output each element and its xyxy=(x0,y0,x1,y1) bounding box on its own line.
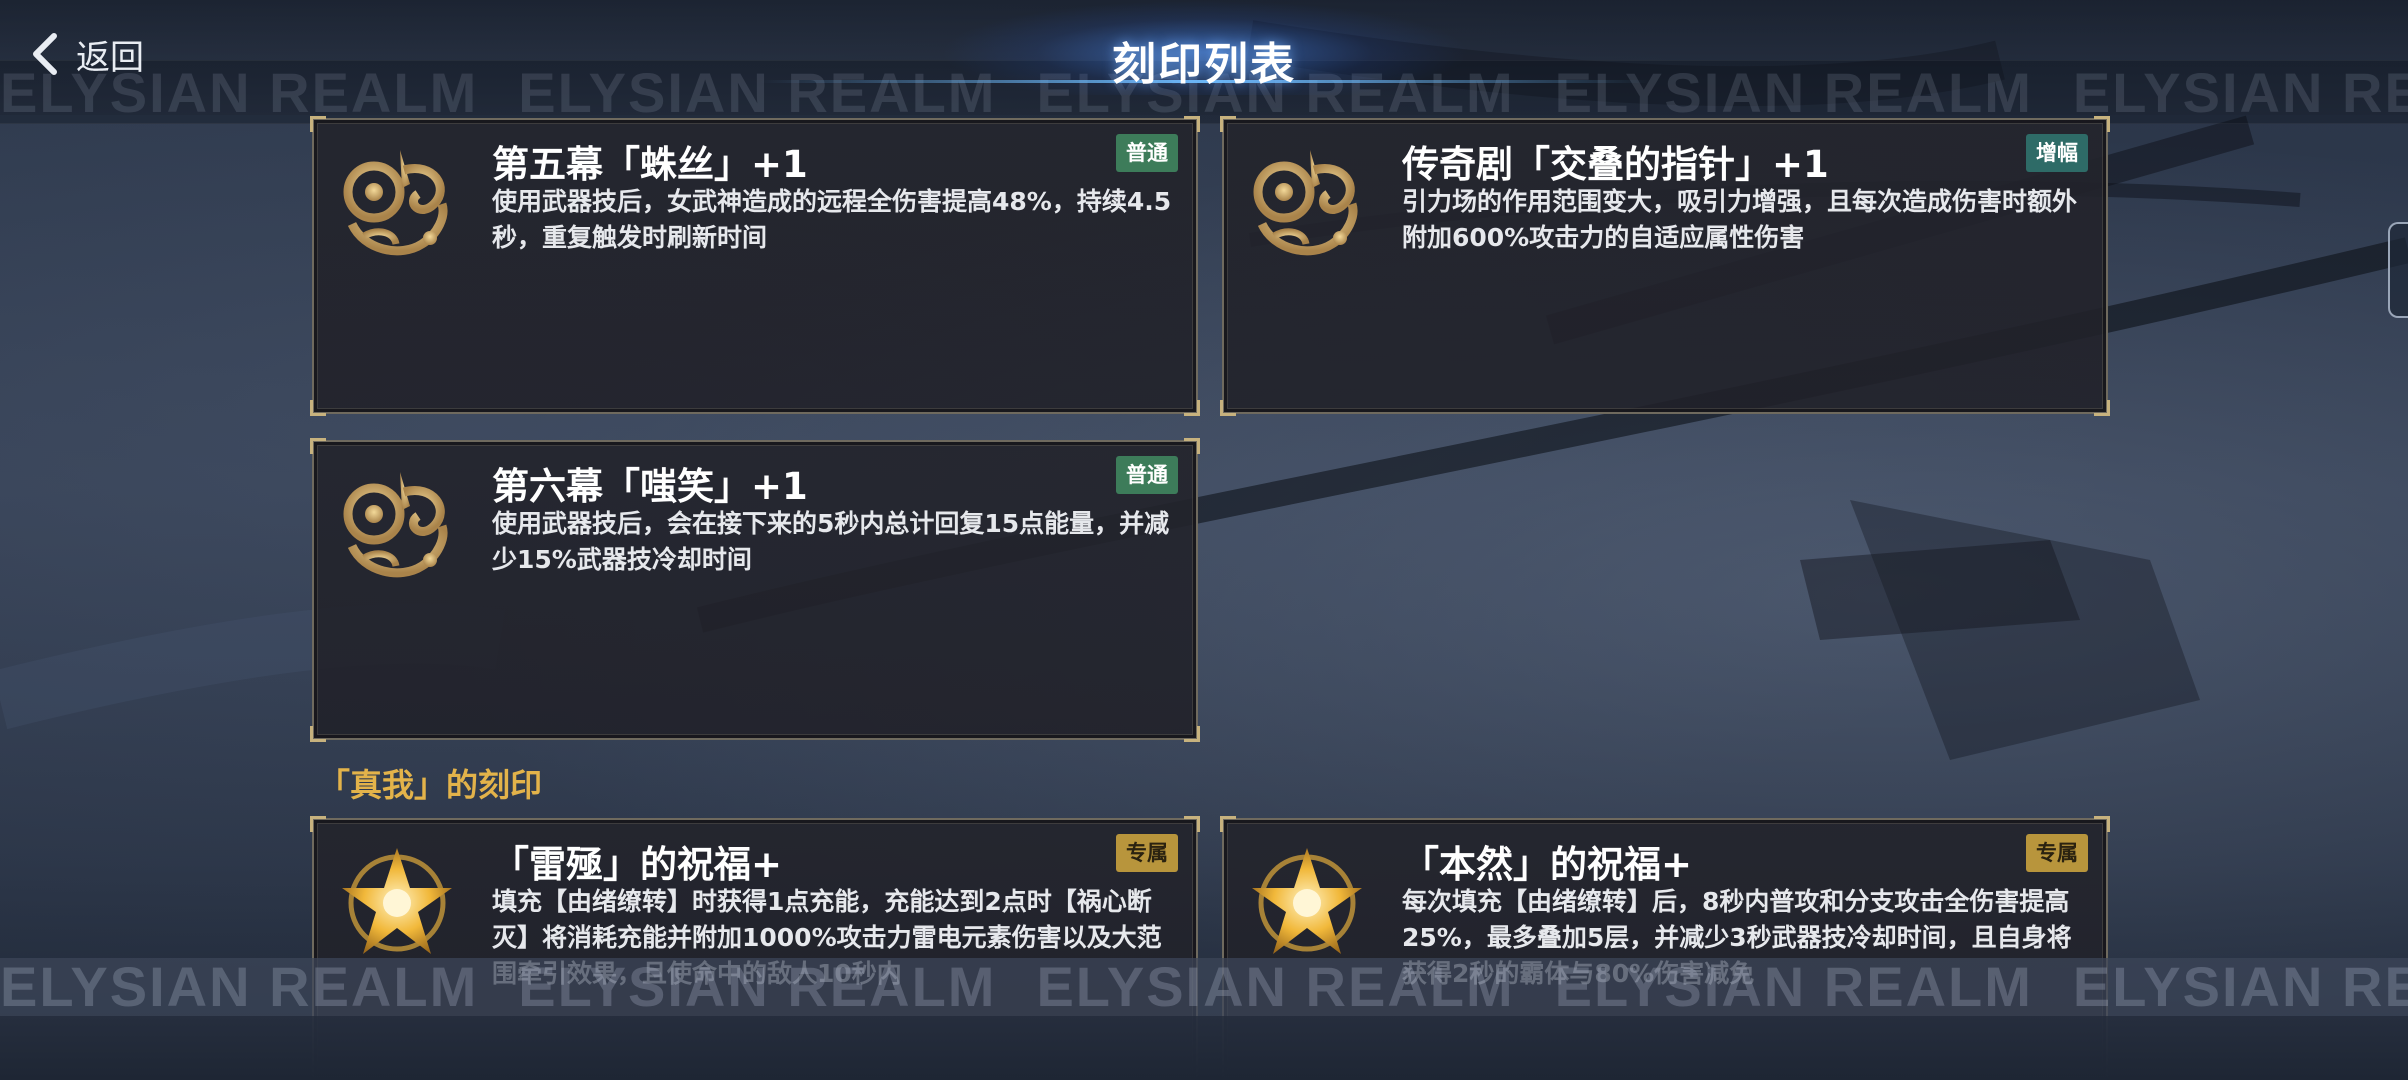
card-title: 第五幕「蛛丝」+1 xyxy=(492,143,808,186)
gold-ornament-crest-icon xyxy=(1253,150,1358,256)
back-label: 返回 xyxy=(76,37,144,78)
exclusive-badge: 专属 xyxy=(2026,834,2088,872)
back-button[interactable]: 返回 xyxy=(28,28,144,80)
card-description: 使用武器技后，会在接下来的5秒内总计回复15点能量，并减少15%武器技冷却时间 xyxy=(492,509,1170,574)
marquee-band-bottom: ELYSIAN REALM ELYSIAN REALM ELYSIAN REALM E… xyxy=(0,958,2408,1016)
chevron-left-icon xyxy=(33,33,57,75)
card-title: 「雷殛」的祝福+ xyxy=(492,843,783,886)
card-description: 引力场的作用范围变大，吸引力增强，且每次造成伤害时额外附加600%攻击力的自适应… xyxy=(1402,187,2078,252)
bottom-fade xyxy=(0,1016,2408,1080)
rarity-badge: 增幅 xyxy=(2026,134,2088,172)
card-title: 「本然」的祝福+ xyxy=(1402,843,1693,886)
section-heading: 「真我」的刻印 xyxy=(318,766,543,804)
engraving-card[interactable]: 第六幕「嗤笑」+1 普通 使用武器技后，会在接下来的5秒内总计回复15点能量，并… xyxy=(310,438,1200,742)
gold-ornament-crest-icon xyxy=(343,472,448,578)
page-title: 刻印列表 xyxy=(1112,39,1296,90)
card-description: 使用武器技后，女武神造成的远程全伤害提高48%，持续4.5秒，重复触发时刷新时间 xyxy=(492,187,1172,252)
gold-ornament-crest-icon xyxy=(343,150,448,256)
side-panel-handle[interactable] xyxy=(2388,222,2408,318)
card-title: 传奇剧「交叠的指针」+1 xyxy=(1402,143,1829,186)
gold-star-flower-icon xyxy=(1252,848,1362,954)
rarity-badge: 普通 xyxy=(1116,456,1178,494)
engraving-card[interactable]: 第五幕「蛛丝」+1 普通 使用武器技后，女武神造成的远程全伤害提高48%，持续4… xyxy=(310,116,1200,416)
engraving-card[interactable]: 传奇剧「交叠的指针」+1 增幅 引力场的作用范围变大，吸引力增强，且每次造成伤害… xyxy=(1220,116,2110,416)
card-title: 第六幕「嗤笑」+1 xyxy=(492,465,808,508)
exclusive-badge: 专属 xyxy=(1116,834,1178,872)
engraving-list-screen: ELYSIAN REALM ELYSIAN REALM ELYSIAN REALM E… xyxy=(0,0,2408,1080)
rarity-badge: 普通 xyxy=(1116,134,1178,172)
gold-star-flower-icon xyxy=(342,848,452,954)
